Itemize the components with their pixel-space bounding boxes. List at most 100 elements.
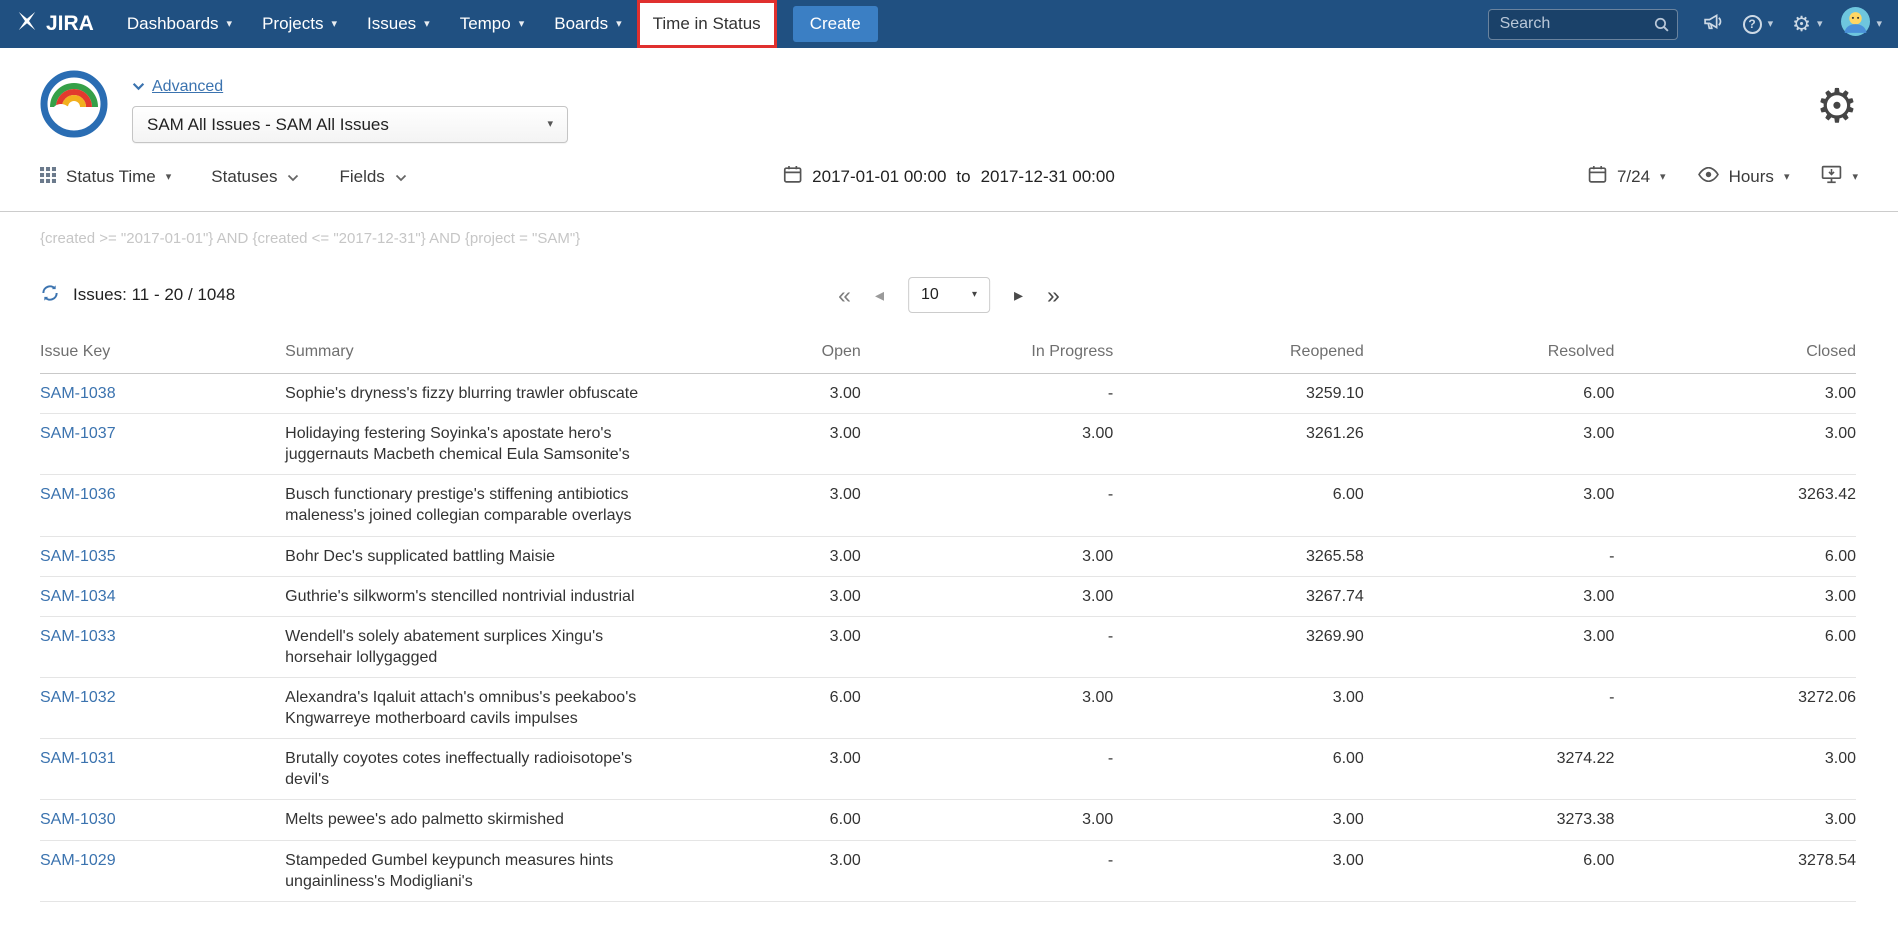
table-row: SAM-1032 Alexandra's Iqaluit attach's om…: [40, 677, 1856, 738]
summary-cell: Busch functionary prestige's stiffening …: [285, 475, 657, 536]
closed-cell: 3.00: [1614, 800, 1856, 840]
chevron-down-icon: ▾: [547, 119, 553, 130]
issue-key-cell: SAM-1034: [40, 576, 285, 616]
resolved-cell: 6.00: [1364, 374, 1615, 414]
status-time-dropdown[interactable]: Status Time ▾: [40, 167, 171, 188]
issue-key-link[interactable]: SAM-1032: [40, 689, 116, 706]
issue-key-link[interactable]: SAM-1030: [40, 811, 116, 828]
page-size-select[interactable]: 10 ▾: [908, 277, 990, 313]
chevron-down-icon: ▾: [424, 19, 430, 30]
nav-item-boards[interactable]: Boards ▾: [539, 0, 636, 48]
jira-logo-icon: [16, 10, 38, 38]
announcements-button[interactable]: [1703, 12, 1724, 36]
resolved-cell: 3.00: [1364, 414, 1615, 475]
export-dropdown[interactable]: ▾: [1821, 165, 1858, 189]
user-menu-button[interactable]: ▾: [1841, 7, 1882, 41]
issue-key-link[interactable]: SAM-1034: [40, 588, 116, 605]
chevron-down-icon: [287, 167, 299, 187]
issue-key-link[interactable]: SAM-1038: [40, 385, 116, 402]
reopened-cell: 3267.74: [1113, 576, 1364, 616]
nav-item-projects[interactable]: Projects ▾: [247, 0, 352, 48]
issue-key-cell: SAM-1032: [40, 677, 285, 738]
issue-key-cell: SAM-1029: [40, 840, 285, 901]
search-input[interactable]: [1488, 9, 1678, 40]
last-page-button[interactable]: »: [1047, 282, 1060, 309]
in-progress-cell: -: [861, 840, 1113, 901]
resolved-cell: 3274.22: [1364, 739, 1615, 800]
open-cell: 3.00: [657, 374, 860, 414]
nav-item-issues[interactable]: Issues ▾: [352, 0, 445, 48]
open-cell: 6.00: [657, 800, 860, 840]
toolbar: Status Time ▾ Statuses Fields: [40, 143, 1858, 211]
table-row: SAM-1031 Brutally coyotes cotes ineffect…: [40, 739, 1856, 800]
first-page-button[interactable]: «: [838, 282, 851, 309]
product-logo: [40, 70, 108, 143]
date-separator: to: [956, 167, 970, 187]
refresh-icon[interactable]: [40, 283, 60, 308]
advanced-link[interactable]: Advanced: [132, 78, 223, 96]
prev-page-button[interactable]: ◂: [875, 285, 884, 306]
date-to: 2017-12-31 00:00: [981, 167, 1115, 187]
nav-right: ? ▾ ⚙ ▾ ▾: [1488, 0, 1898, 48]
admin-menu-button[interactable]: ⚙ ▾: [1792, 14, 1822, 35]
nav-item-time-in-status[interactable]: Time in Status: [637, 0, 777, 48]
in-progress-cell: 3.00: [861, 536, 1113, 576]
issue-key-cell: SAM-1038: [40, 374, 285, 414]
fields-label: Fields: [339, 167, 384, 187]
jira-logo[interactable]: JIRA: [0, 0, 112, 48]
calendar-mode-dropdown[interactable]: 7/24 ▾: [1588, 165, 1666, 189]
settings-gear-icon[interactable]: ⚙: [1816, 82, 1858, 129]
issue-key-link[interactable]: SAM-1033: [40, 628, 116, 645]
nav-menu: Dashboards ▾ Projects ▾ Issues ▾ Tempo ▾…: [112, 0, 777, 48]
nav-item-label: Issues: [367, 14, 416, 34]
unit-dropdown[interactable]: Hours ▾: [1698, 167, 1790, 187]
help-menu-button[interactable]: ? ▾: [1743, 15, 1774, 34]
issue-key-link[interactable]: SAM-1029: [40, 852, 116, 869]
summary-cell: Stampeded Gumbel keypunch measures hints…: [285, 840, 657, 901]
open-cell: 3.00: [657, 475, 860, 536]
issue-key-link[interactable]: SAM-1035: [40, 548, 116, 565]
issue-key-cell: SAM-1036: [40, 475, 285, 536]
eye-icon: [1698, 167, 1719, 187]
chevron-down-icon: ▾: [166, 172, 172, 183]
status-time-label: Status Time: [66, 167, 156, 187]
fields-dropdown[interactable]: Fields: [339, 167, 406, 187]
closed-cell: 6.00: [1614, 536, 1856, 576]
nav-item-tempo[interactable]: Tempo ▾: [445, 0, 540, 48]
date-range[interactable]: 2017-01-01 00:00 to 2017-12-31 00:00: [783, 165, 1115, 189]
create-button[interactable]: Create: [793, 6, 878, 42]
resolved-cell: 3.00: [1364, 616, 1615, 677]
date-from: 2017-01-01 00:00: [812, 167, 946, 187]
brand-text: JIRA: [46, 12, 94, 36]
header-summary: Summary: [285, 343, 657, 374]
issue-key-link[interactable]: SAM-1031: [40, 750, 116, 767]
search-icon[interactable]: [1653, 16, 1670, 38]
reopened-cell: 3.00: [1113, 800, 1364, 840]
next-page-button[interactable]: ▸: [1014, 285, 1023, 306]
chevron-down-icon: ▾: [227, 19, 233, 30]
saved-filter-select[interactable]: SAM All Issues - SAM All Issues ▾: [132, 106, 568, 143]
chevron-down-icon: ▾: [1660, 172, 1666, 183]
issues-table-head: Issue Key Summary Open In Progress Reope…: [40, 343, 1856, 374]
issue-key-link[interactable]: SAM-1036: [40, 486, 116, 503]
header-resolved: Resolved: [1364, 343, 1615, 374]
issue-key-cell: SAM-1030: [40, 800, 285, 840]
pagination: « ◂ 10 ▾ ▸ »: [838, 277, 1060, 313]
issue-key-link[interactable]: SAM-1037: [40, 425, 116, 442]
nav-item-label: Projects: [262, 14, 323, 34]
help-icon: ?: [1743, 15, 1762, 34]
closed-cell: 3278.54: [1614, 840, 1856, 901]
summary-cell: Alexandra's Iqaluit attach's omnibus's p…: [285, 677, 657, 738]
in-progress-cell: -: [861, 616, 1113, 677]
reopened-cell: 3259.10: [1113, 374, 1364, 414]
table-row: SAM-1033 Wendell's solely abatement surp…: [40, 616, 1856, 677]
reopened-cell: 3261.26: [1113, 414, 1364, 475]
table-row: SAM-1037 Holidaying festering Soyinka's …: [40, 414, 1856, 475]
in-progress-cell: 3.00: [861, 576, 1113, 616]
page: JIRA Dashboards ▾ Projects ▾ Issues ▾ Te…: [0, 0, 1898, 946]
nav-item-dashboards[interactable]: Dashboards ▾: [112, 0, 247, 48]
issue-key-cell: SAM-1033: [40, 616, 285, 677]
unit-label: Hours: [1729, 167, 1774, 187]
chevron-down-icon: ▾: [972, 290, 977, 300]
statuses-dropdown[interactable]: Statuses: [211, 167, 299, 187]
